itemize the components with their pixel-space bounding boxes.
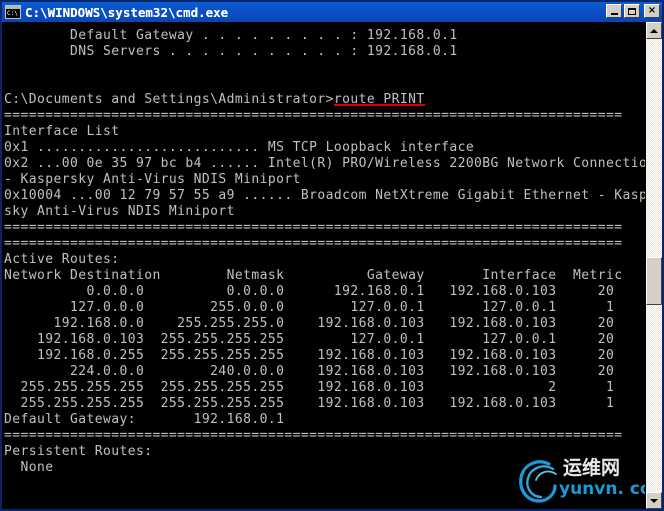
console-line: ========================================… — [4, 108, 623, 123]
scroll-up-button[interactable] — [646, 22, 662, 39]
console-line: 224.0.0.0 240.0.0.0 192.168.0.103 192.16… — [4, 364, 615, 379]
console-line: ========================================… — [4, 236, 623, 251]
icon-prompt-text: C:\ — [7, 10, 18, 17]
final-prompt-line: C:\Documents and Settings\Administrator> — [4, 508, 645, 509]
console-line: Active Routes: — [4, 252, 120, 267]
console-line: 255.255.255.255 255.255.255.255 192.168.… — [4, 396, 615, 411]
cmd-window: C:\ C:\WINDOWS\system32\cmd.exe × Defaul… — [0, 0, 664, 511]
console-line: 0x10004 ...00 12 79 57 55 a9 ...... Broa… — [4, 188, 645, 203]
console-line: 255.255.255.255 255.255.255.255 192.168.… — [4, 380, 615, 395]
title-bar[interactable]: C:\ C:\WINDOWS\system32\cmd.exe × — [2, 2, 662, 22]
console-line: Network Destination Netmask Gateway Inte… — [4, 268, 623, 283]
console-line: None — [4, 460, 54, 475]
console-text: Default Gateway . . . . . . . . . : 192.… — [2, 22, 645, 509]
entered-command: route PRINT — [333, 92, 425, 107]
minimize-button[interactable] — [606, 4, 622, 18]
console-line: 0x1 ........................... MS TCP L… — [4, 140, 475, 155]
window-body: Default Gateway . . . . . . . . . : 192.… — [2, 22, 662, 509]
console-line: ========================================… — [4, 220, 623, 235]
console-line: Default Gateway . . . . . . . . . : 192.… — [4, 28, 458, 43]
console-line: 127.0.0.0 255.0.0.0 127.0.0.1 127.0.0.1 … — [4, 300, 615, 315]
command-prompt-line: C:\Documents and Settings\Administrator>… — [4, 92, 645, 108]
window-title: C:\WINDOWS\system32\cmd.exe — [25, 4, 229, 20]
scroll-down-arrow-icon — [650, 498, 658, 503]
console-line: - Kaspersky Anti-Virus NDIS Miniport — [4, 172, 301, 187]
maximize-icon — [628, 7, 636, 15]
close-icon: × — [647, 5, 657, 16]
scrollbar-track[interactable] — [646, 39, 662, 492]
console-line: 192.168.0.255 255.255.255.255 192.168.0.… — [4, 348, 615, 363]
console-line: Interface List — [4, 124, 120, 139]
icon-titlestrip — [6, 6, 20, 9]
close-button[interactable]: × — [644, 4, 660, 18]
console-line: Persistent Routes: — [4, 444, 153, 459]
cmd-console-icon: C:\ — [5, 5, 21, 19]
console-line: 0x2 ...00 0e 35 97 bc b4 ...... Intel(R)… — [4, 156, 645, 171]
scroll-down-button[interactable] — [646, 492, 662, 509]
console-line: 192.168.0.103 255.255.255.255 127.0.0.1 … — [4, 332, 615, 347]
scrollbar-thumb[interactable] — [646, 257, 662, 305]
console-output-area[interactable]: Default Gateway . . . . . . . . . : 192.… — [2, 22, 645, 509]
console-line: Default Gateway: 192.168.0.1 — [4, 412, 285, 427]
vertical-scrollbar[interactable] — [645, 22, 662, 509]
maximize-button[interactable] — [624, 4, 640, 18]
console-line: ========================================… — [4, 428, 623, 443]
window-controls: × — [604, 4, 660, 18]
scroll-up-arrow-icon — [650, 28, 658, 33]
minimize-icon — [611, 13, 618, 15]
console-line: DNS Servers . . . . . . . . . . . : 192.… — [4, 44, 458, 59]
console-line: sky Anti-Virus NDIS Miniport — [4, 204, 235, 219]
console-line: 0.0.0.0 0.0.0.0 192.168.0.1 192.168.0.10… — [4, 284, 615, 299]
prompt-text: C:\Documents and Settings\Administrator> — [4, 92, 334, 107]
console-line: 192.168.0.0 255.255.255.0 192.168.0.103 … — [4, 316, 615, 331]
